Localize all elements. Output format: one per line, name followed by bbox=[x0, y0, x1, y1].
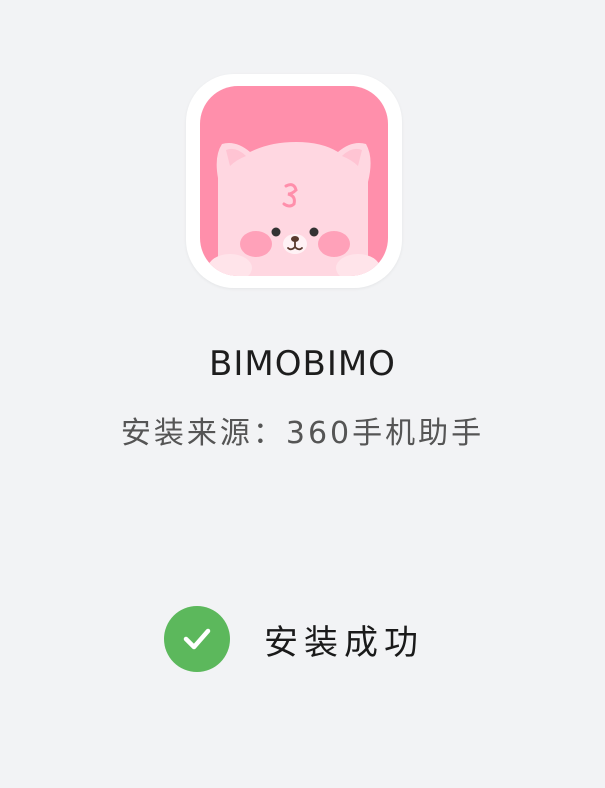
app-name: BIMOBIMO bbox=[209, 344, 396, 384]
check-circle-icon bbox=[164, 606, 230, 672]
install-source-label: 安装来源：360手机助手 bbox=[120, 416, 485, 451]
app-icon-frame bbox=[186, 74, 402, 288]
pink-cat-app-icon bbox=[200, 86, 388, 276]
install-success-text: 安装成功 bbox=[264, 622, 424, 663]
install-result-screen: BIMOBIMO 安装来源：360手机助手 安装成功 bbox=[0, 0, 605, 788]
install-status: 安装成功 bbox=[164, 606, 424, 672]
